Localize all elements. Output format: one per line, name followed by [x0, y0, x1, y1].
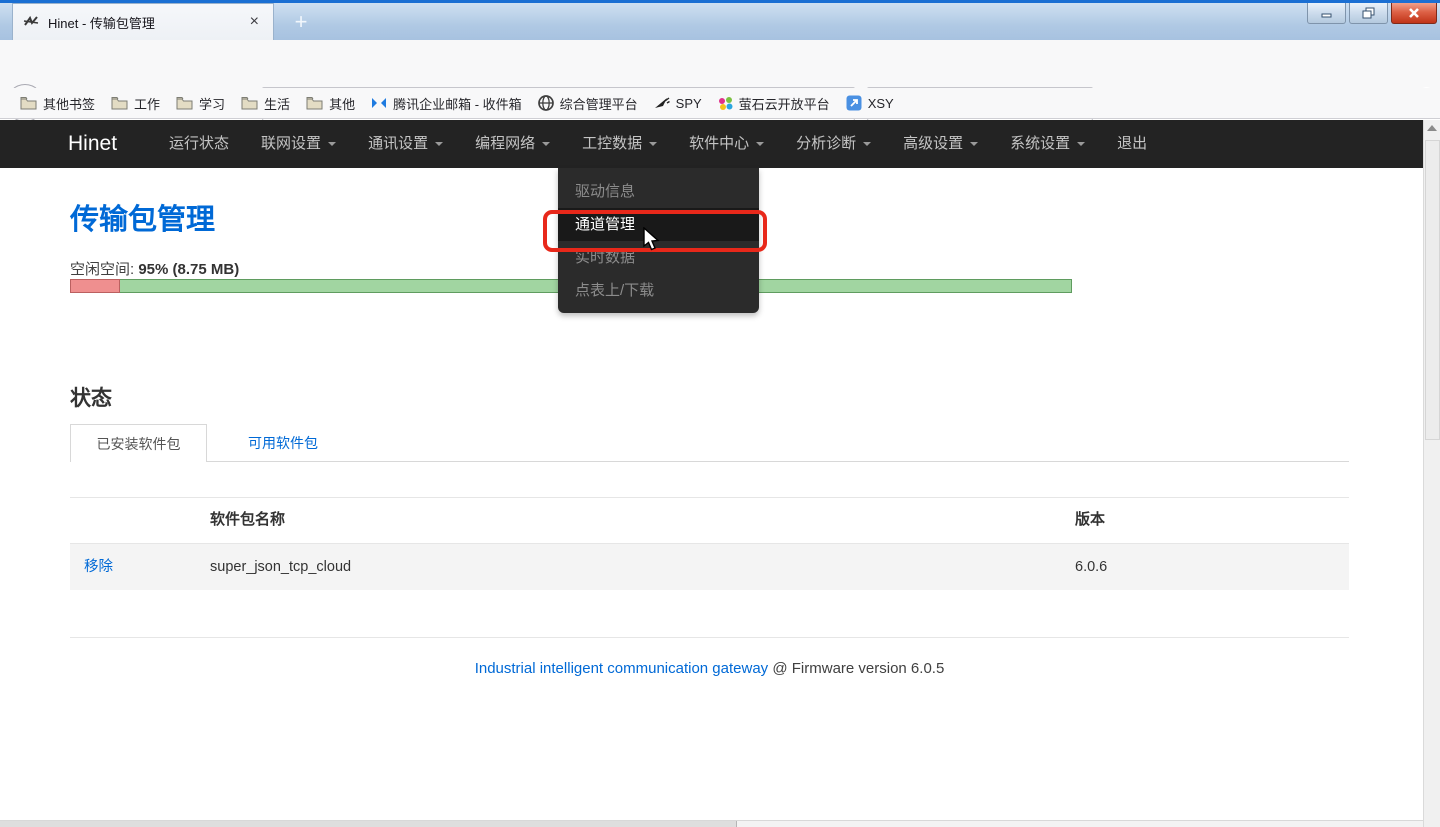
- site-brand[interactable]: Hinet: [68, 132, 117, 156]
- nav-item-software-center[interactable]: 软件中心: [673, 120, 780, 168]
- site-favicon: [23, 14, 39, 30]
- screen: Hinet - 传输包管理 × + ←: [0, 0, 1440, 827]
- tab-close-icon[interactable]: ×: [246, 13, 263, 31]
- tencent-exmail-icon: [371, 96, 387, 110]
- footer-firmware-text: @ Firmware version 6.0.5: [768, 660, 944, 677]
- folder-icon: [111, 96, 128, 110]
- bookmark-folder-other-bookmarks[interactable]: 其他书签: [12, 91, 103, 115]
- bookmark-label: 腾讯企业邮箱 - 收件箱: [393, 94, 522, 113]
- page-title: 传输包管理: [70, 196, 215, 238]
- bookmark-label: 其他: [329, 94, 355, 113]
- folder-icon: [176, 96, 193, 110]
- close-button[interactable]: [1391, 3, 1437, 24]
- bookmark-label: 萤石云开放平台: [739, 94, 830, 113]
- horizontal-scrollbar[interactable]: [0, 820, 1423, 827]
- nav-item-system-settings[interactable]: 系统设置: [994, 120, 1101, 168]
- bookmark-label: 综合管理平台: [560, 94, 638, 113]
- new-tab-button[interactable]: +: [284, 9, 318, 37]
- browser-toolbar: ← → ↻ ⌂ 192.168.9.99/cgi-bin/luci/;stok=…: [0, 40, 1440, 88]
- bookmark-label: XSY: [868, 96, 894, 111]
- nav-item-analysis-diagnosis[interactable]: 分析诊断: [780, 120, 887, 168]
- bookmark-folder-misc[interactable]: 其他: [298, 91, 363, 115]
- tabs-divider: [70, 461, 1349, 462]
- bookmark-label: SPY: [676, 96, 702, 111]
- minimize-button[interactable]: [1307, 3, 1346, 24]
- close-icon: [1407, 7, 1421, 19]
- col-header-version: 版本: [1075, 508, 1105, 529]
- nav-item-industrial-data[interactable]: 工控数据: [566, 120, 673, 168]
- vertical-scrollbar[interactable]: [1423, 120, 1440, 827]
- remove-link[interactable]: 移除: [84, 544, 113, 590]
- restore-button[interactable]: [1349, 3, 1388, 24]
- globe-icon: [538, 95, 554, 111]
- bookmark-ezviz[interactable]: 萤石云开放平台: [710, 91, 838, 115]
- tab-available-packages[interactable]: 可用软件包: [228, 424, 338, 462]
- nav-item-run-status[interactable]: 运行状态: [153, 120, 245, 168]
- dart-icon: [654, 96, 670, 110]
- bookmark-label: 工作: [134, 94, 160, 113]
- package-name-cell: super_json_tcp_cloud: [210, 544, 351, 590]
- bookmark-label: 其他书签: [43, 94, 95, 113]
- bookmark-tencent-exmail[interactable]: 腾讯企业邮箱 - 收件箱: [363, 91, 530, 115]
- bookmark-folder-life[interactable]: 生活: [233, 91, 298, 115]
- tab-title: Hinet - 传输包管理: [48, 13, 237, 32]
- table-bottom-line: [70, 637, 1349, 638]
- table-row: 移除 super_json_tcp_cloud 6.0.6: [70, 544, 1349, 590]
- restore-icon: [1362, 7, 1376, 20]
- menu-item-point-table-updown[interactable]: 点表上/下载: [558, 274, 759, 307]
- horizontal-scrollbar-thumb[interactable]: [0, 821, 737, 827]
- bookmark-xsy[interactable]: XSY: [838, 91, 902, 115]
- ezviz-icon: [718, 96, 733, 111]
- status-heading: 状态: [70, 382, 112, 412]
- tab-installed-packages[interactable]: 已安装软件包: [70, 424, 207, 462]
- folder-icon: [20, 96, 37, 110]
- site-nav-bar: Hinet 运行状态 联网设置 通讯设置 编程网络 工控数据 软件中心 分析诊断…: [0, 120, 1423, 168]
- site-page: Hinet 运行状态 联网设置 通讯设置 编程网络 工控数据 软件中心 分析诊断…: [0, 120, 1423, 820]
- nav-item-advanced-settings[interactable]: 高级设置: [887, 120, 994, 168]
- bookmarks-bar: 其他书签 工作 学习 生活 其他 腾讯企业邮箱 - 收件箱: [0, 88, 1440, 119]
- free-space-value: 95% (8.75 MB): [138, 261, 239, 278]
- progress-used-segment: [70, 279, 120, 293]
- nav-item-network-settings[interactable]: 联网设置: [245, 120, 352, 168]
- bookmark-spy[interactable]: SPY: [646, 91, 710, 115]
- scroll-up-arrow-icon[interactable]: [1427, 125, 1437, 131]
- xsy-icon: [846, 95, 862, 111]
- col-header-package-name: 软件包名称: [210, 508, 285, 529]
- free-space-text: 空闲空间: 95% (8.75 MB): [70, 258, 239, 279]
- bookmark-folder-study[interactable]: 学习: [168, 91, 233, 115]
- bookmark-mgmt-platform[interactable]: 综合管理平台: [530, 91, 646, 115]
- free-space-label: 空闲空间:: [70, 261, 134, 278]
- folder-icon: [306, 96, 323, 110]
- browser-tab[interactable]: Hinet - 传输包管理 ×: [12, 3, 274, 40]
- bookmark-folder-work[interactable]: 工作: [103, 91, 168, 115]
- browser-tab-bar: Hinet - 传输包管理 × +: [0, 3, 1440, 40]
- nav-item-logout[interactable]: 退出: [1101, 120, 1163, 168]
- nav-item-programming-network[interactable]: 编程网络: [459, 120, 566, 168]
- minimize-icon: [1320, 7, 1334, 19]
- table-top-line: [70, 497, 1349, 498]
- bookmark-label: 学习: [199, 94, 225, 113]
- package-version-cell: 6.0.6: [1075, 544, 1107, 590]
- folder-icon: [241, 96, 258, 110]
- bookmark-label: 生活: [264, 94, 290, 113]
- nav-item-comm-settings[interactable]: 通讯设置: [352, 120, 459, 168]
- window-controls: [1307, 3, 1437, 24]
- vertical-scrollbar-thumb[interactable]: [1425, 140, 1440, 440]
- site-footer: Industrial intelligent communication gat…: [70, 660, 1349, 677]
- mouse-cursor-icon: [642, 227, 661, 253]
- footer-gateway-link[interactable]: Industrial intelligent communication gat…: [475, 660, 769, 677]
- menu-item-driver-info[interactable]: 驱动信息: [558, 175, 759, 208]
